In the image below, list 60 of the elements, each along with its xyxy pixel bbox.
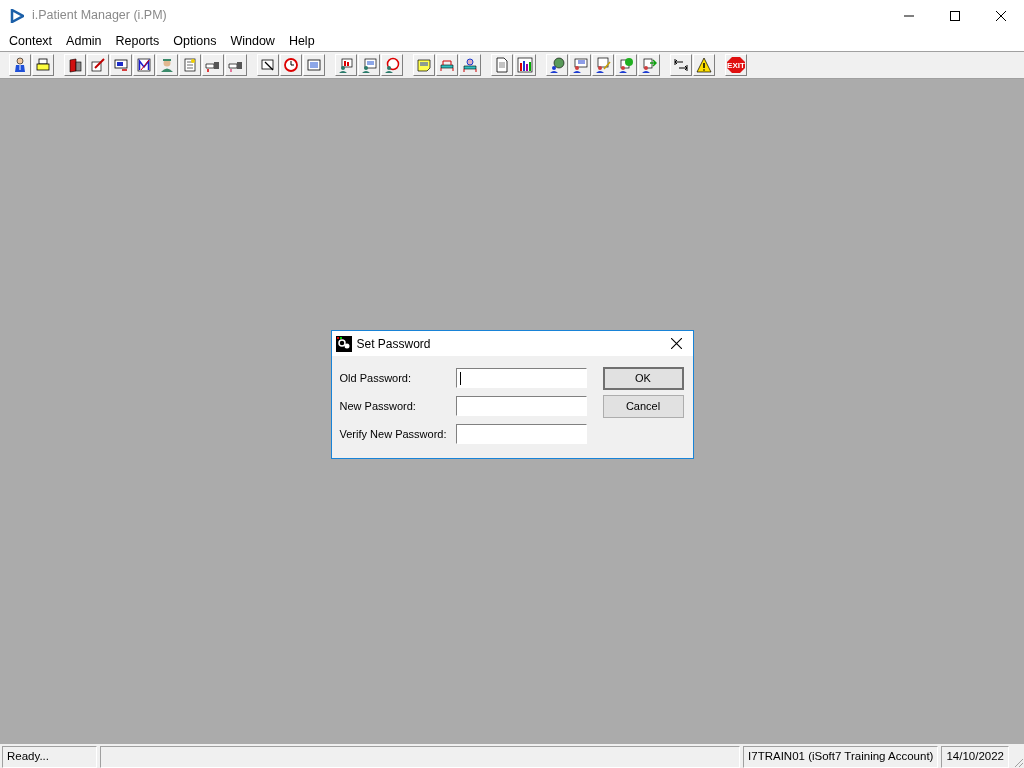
screen-icon [113, 57, 129, 73]
menu-item[interactable]: Context [2, 31, 60, 51]
printer-icon [35, 57, 51, 73]
close-icon [996, 10, 1006, 21]
menu-item[interactable]: Reports [108, 31, 167, 51]
bar-chart-icon [517, 57, 533, 73]
list-person-icon [572, 57, 588, 73]
maximize-icon [950, 10, 960, 21]
nurse-icon [159, 57, 175, 73]
menu-item[interactable]: Help [281, 31, 322, 51]
toolbar-button[interactable] [693, 54, 715, 76]
swap-arrows-icon [673, 57, 689, 73]
password-field[interactable] [455, 368, 587, 388]
status-message: Ready... [2, 746, 97, 768]
pen-person-icon [595, 57, 611, 73]
cancel-button[interactable]: Cancel [602, 395, 684, 418]
letter-m-icon [136, 57, 152, 73]
toolbar-button[interactable] [9, 54, 31, 76]
menu-item[interactable]: Options [166, 31, 224, 51]
toolbar-button[interactable] [32, 54, 54, 76]
dialog-title: Set Password [356, 335, 431, 353]
arrow-person-icon [641, 57, 657, 73]
password-field[interactable] [455, 424, 587, 444]
menu-item[interactable]: Admin [59, 31, 109, 51]
clock-icon [283, 57, 299, 73]
toolbar-button[interactable] [110, 54, 132, 76]
toolbar-button[interactable] [202, 54, 224, 76]
toolbar-button[interactable] [133, 54, 155, 76]
toolbar-button[interactable] [546, 54, 568, 76]
toolbar-button[interactable] [225, 54, 247, 76]
field-label: Old Password: [339, 370, 413, 386]
notepad-icon [182, 57, 198, 73]
document-icon [494, 57, 510, 73]
field-label: New Password: [339, 398, 417, 414]
close-icon [671, 338, 682, 349]
toolbar-button[interactable] [257, 54, 279, 76]
ok-button[interactable]: OK [602, 367, 684, 390]
sticky-note-icon [416, 57, 432, 73]
book-icon [67, 57, 83, 73]
status-date: 14/10/2022 [941, 746, 1009, 768]
bed-icon [439, 57, 455, 73]
toolbar-button[interactable] [514, 54, 536, 76]
warning-icon [696, 57, 712, 73]
person-icon [12, 57, 28, 73]
field-label: Verify New Password: [339, 426, 448, 442]
bed-person-icon [462, 57, 478, 73]
password-field[interactable] [455, 396, 587, 416]
play-logo-icon [10, 8, 24, 23]
pen-paper-icon [90, 57, 106, 73]
menu-item[interactable]: Window [223, 31, 282, 51]
monitor-icon [306, 57, 322, 73]
window-title: i.Patient Manager (i.PM) [32, 7, 167, 25]
dial-person-icon [384, 57, 400, 73]
toolbar-button[interactable] [459, 54, 481, 76]
resize-grip-icon [1012, 756, 1024, 768]
status-user: I7TRAIN01 (iSoft7 Training Account) [743, 746, 939, 768]
monitor-person-icon [338, 57, 354, 73]
form-person-icon [361, 57, 377, 73]
toolbar-button[interactable] [87, 54, 109, 76]
toolbar-button[interactable] [64, 54, 86, 76]
